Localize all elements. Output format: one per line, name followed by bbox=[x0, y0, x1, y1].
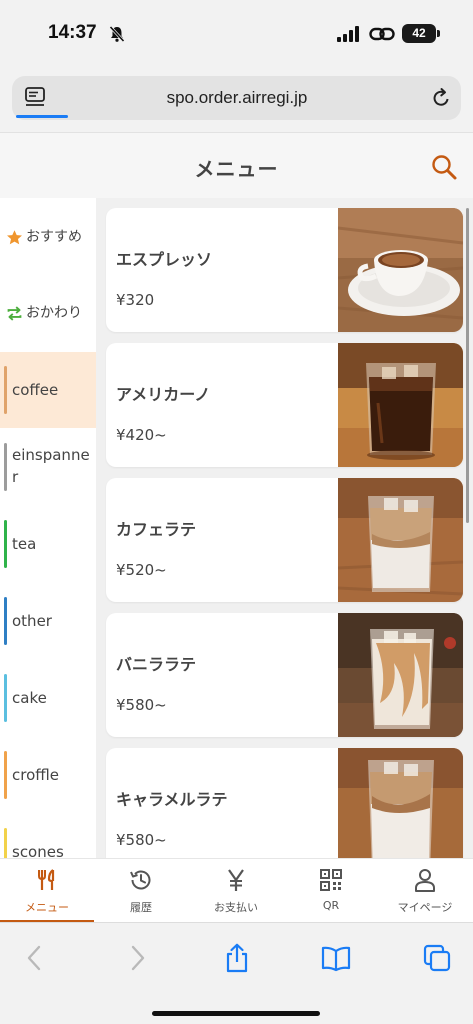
qr-code-icon bbox=[320, 869, 342, 891]
sidebar-item-refill[interactable]: おかわり bbox=[0, 274, 96, 350]
nav-label: 履歴 bbox=[130, 901, 152, 914]
status-bar: 14:37 42 bbox=[0, 0, 473, 62]
bookmarks-icon[interactable] bbox=[321, 943, 351, 973]
personal-hotspot-icon bbox=[369, 27, 395, 41]
category-color-bar bbox=[4, 674, 7, 722]
nav-tab-history[interactable]: 履歴 bbox=[94, 859, 188, 923]
page-load-progress bbox=[16, 115, 68, 118]
silent-bell-icon bbox=[109, 25, 125, 43]
menu-item-card[interactable]: アメリカーノ ¥420~ bbox=[106, 343, 463, 467]
sidebar-item-recommended[interactable]: おすすめ bbox=[0, 198, 96, 274]
repeat-icon bbox=[7, 306, 22, 321]
user-icon bbox=[415, 869, 435, 892]
status-time: 14:37 bbox=[48, 22, 97, 43]
menu-list: エスプレッソ ¥320 アメリカーノ ¥420~ カフェラテ ¥520~ バニラ… bbox=[96, 198, 473, 858]
sidebar-item-einspanner[interactable]: einspanner bbox=[0, 429, 96, 505]
back-icon[interactable] bbox=[20, 943, 50, 973]
url-text[interactable]: spo.order.airregi.jp bbox=[102, 88, 372, 108]
sidebar-item-label: cake bbox=[12, 689, 47, 707]
sidebar-item-coffee[interactable]: coffee bbox=[0, 352, 96, 428]
search-icon[interactable] bbox=[430, 153, 458, 181]
menu-item-card[interactable]: バニララテ ¥580~ bbox=[106, 613, 463, 737]
menu-item-price: ¥580~ bbox=[116, 696, 167, 714]
category-color-bar bbox=[4, 751, 7, 799]
sidebar-item-other[interactable]: other bbox=[0, 583, 96, 659]
sidebar-item-label: einspanner bbox=[12, 446, 90, 486]
nav-tab-qr[interactable]: QR bbox=[284, 859, 378, 923]
forward-icon[interactable] bbox=[122, 943, 152, 973]
nav-label: マイページ bbox=[397, 901, 453, 914]
star-icon bbox=[7, 230, 22, 245]
nav-label: お支払い bbox=[214, 901, 258, 914]
espresso-photo bbox=[338, 208, 463, 332]
home-indicator bbox=[152, 1011, 320, 1016]
yen-icon bbox=[228, 869, 244, 891]
sidebar-item-label: coffee bbox=[12, 381, 59, 399]
sidebar-item-label: おすすめ bbox=[26, 229, 82, 245]
caramel-latte-photo bbox=[338, 748, 463, 858]
sidebar-item-label: other bbox=[12, 612, 52, 630]
sidebar-item-label: tea bbox=[12, 535, 37, 553]
menu-item-card[interactable]: カフェラテ ¥520~ bbox=[106, 478, 463, 602]
americano-photo bbox=[338, 343, 463, 467]
share-icon[interactable] bbox=[222, 943, 252, 973]
category-sidebar: おすすめ おかわり coffee einspanner tea other ca… bbox=[0, 198, 96, 858]
menu-item-name: キャラメルラテ bbox=[116, 790, 228, 809]
menu-item-price: ¥420~ bbox=[116, 426, 167, 444]
nav-tab-menu[interactable]: メニュー bbox=[0, 859, 94, 923]
vanilla-latte-photo bbox=[338, 613, 463, 737]
cellular-signal-icon bbox=[337, 26, 359, 42]
sidebar-item-label: croffle bbox=[12, 766, 59, 784]
menu-item-name: エスプレッソ bbox=[116, 250, 213, 269]
nav-tab-payment[interactable]: お支払い bbox=[189, 859, 283, 923]
category-color-bar bbox=[4, 520, 7, 568]
utensils-icon bbox=[38, 869, 55, 890]
category-color-bar bbox=[4, 597, 7, 645]
menu-item-price: ¥580~ bbox=[116, 831, 167, 849]
sidebar-item-scones[interactable]: scones bbox=[0, 814, 96, 858]
nav-tab-mypage[interactable]: マイページ bbox=[378, 859, 472, 923]
browser-toolbar bbox=[0, 922, 473, 1024]
sidebar-item-tea[interactable]: tea bbox=[0, 506, 96, 582]
menu-item-name: カフェラテ bbox=[116, 520, 197, 539]
menu-item-name: アメリカーノ bbox=[116, 385, 211, 404]
sidebar-item-croffle[interactable]: croffle bbox=[0, 737, 96, 813]
bottom-navigation: メニュー 履歴 お支払い QR マイページ bbox=[0, 858, 473, 923]
history-icon bbox=[130, 870, 151, 890]
scrollbar[interactable] bbox=[466, 208, 469, 523]
category-color-bar bbox=[4, 828, 7, 858]
category-color-bar bbox=[4, 366, 7, 414]
nav-label: メニュー bbox=[25, 901, 69, 914]
page-header: メニュー bbox=[0, 132, 473, 198]
menu-item-card[interactable]: キャラメルラテ ¥580~ bbox=[106, 748, 463, 858]
menu-item-price: ¥320 bbox=[116, 291, 155, 309]
menu-item-card[interactable]: エスプレッソ ¥320 bbox=[106, 208, 463, 332]
tabs-icon[interactable] bbox=[422, 943, 452, 973]
nav-label: QR bbox=[322, 899, 340, 912]
address-bar[interactable]: spo.order.airregi.jp bbox=[12, 76, 461, 120]
menu-item-price: ¥520~ bbox=[116, 561, 167, 579]
reload-icon[interactable] bbox=[430, 87, 452, 109]
sidebar-item-cake[interactable]: cake bbox=[0, 660, 96, 736]
sidebar-item-label: scones bbox=[12, 843, 64, 858]
cafe-latte-photo bbox=[338, 478, 463, 602]
sidebar-item-label: おかわり bbox=[26, 305, 82, 321]
battery-indicator: 42 bbox=[402, 24, 440, 43]
category-color-bar bbox=[4, 443, 7, 491]
page-menu-icon[interactable] bbox=[24, 86, 46, 108]
menu-item-name: バニララテ bbox=[116, 655, 197, 674]
page-title: メニュー bbox=[194, 157, 279, 181]
